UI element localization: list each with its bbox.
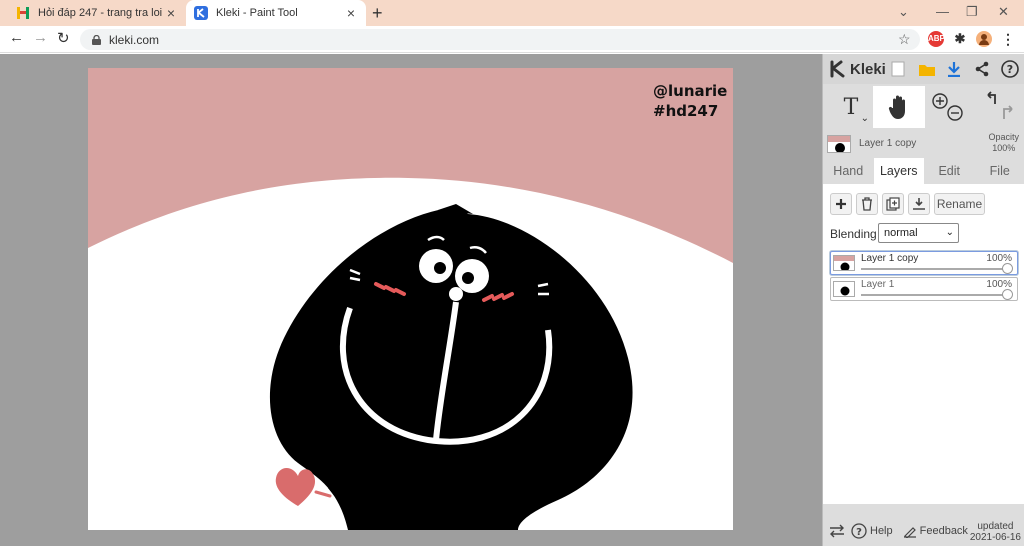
feedback-label: Feedback xyxy=(919,525,968,537)
canvas-workspace[interactable]: @lunarie #hd247 xyxy=(0,54,822,546)
url-text: kleki.com xyxy=(109,32,160,47)
blending-label: Blending xyxy=(830,227,877,241)
close-window-icon[interactable]: ✕ xyxy=(998,4,1009,20)
zoom-out-icon xyxy=(947,105,963,121)
tab-title: Kleki - Paint Tool xyxy=(216,7,298,19)
back-icon[interactable]: ← xyxy=(9,29,24,46)
reload-icon[interactable]: ↻ xyxy=(57,29,70,47)
active-layer-info: Layer 1 copy Opacity 100% xyxy=(823,130,1024,158)
new-image-icon[interactable] xyxy=(887,58,909,80)
svg-text:?: ? xyxy=(1007,63,1013,76)
panel-header: Kleki ? xyxy=(823,54,1024,84)
updated-info[interactable]: updated 2021-06-16 xyxy=(970,521,1021,543)
rename-layer-button[interactable]: Rename xyxy=(934,193,985,215)
active-layer-name: Layer 1 copy xyxy=(859,138,917,149)
hand-icon xyxy=(888,95,905,119)
layer-thumbnail xyxy=(833,255,855,271)
browser-tab-hd247[interactable]: Hỏi đáp 247 - trang tra loi × xyxy=(8,0,186,26)
tab-file[interactable]: File xyxy=(975,158,1024,184)
browser-menu-icon[interactable]: ⋮ xyxy=(1000,31,1016,47)
undo-redo[interactable] xyxy=(979,86,1019,128)
help-icon[interactable]: ? xyxy=(999,58,1021,80)
add-layer-button[interactable] xyxy=(830,193,852,215)
close-tab-icon[interactable]: × xyxy=(164,5,178,21)
blending-value: normal xyxy=(884,227,918,239)
merge-down-icon xyxy=(913,198,925,210)
zoom-in-icon xyxy=(932,93,948,109)
undo-icon xyxy=(987,91,996,104)
trash-icon xyxy=(862,197,872,211)
layers-tab-body: Rename Blending normal ⌄ Layer 1 copy 10… xyxy=(823,184,1024,504)
tab-title: Hỏi đáp 247 - trang tra loi xyxy=(38,7,163,19)
open-folder-icon[interactable] xyxy=(916,58,938,80)
blending-select[interactable]: normal ⌄ xyxy=(878,223,959,243)
delete-layer-button[interactable] xyxy=(856,193,878,215)
help-link[interactable]: ? Help xyxy=(851,523,893,539)
browser-tab-kleki[interactable]: Kleki - Paint Tool × xyxy=(186,0,366,26)
canvas-artwork: @lunarie #hd247 xyxy=(88,68,733,530)
text-tool[interactable]: T ⌄ xyxy=(831,86,871,128)
layer-name: Layer 1 copy xyxy=(861,253,919,264)
address-bar[interactable]: kleki.com xyxy=(80,29,920,50)
kleki-side-panel: Kleki ? T ⌄ Layer 1 copy Opacity 100% Ha… xyxy=(822,54,1024,546)
browser-tab-strip: Hỏi đáp 247 - trang tra loi × Kleki - Pa… xyxy=(0,0,1024,26)
download-icon[interactable] xyxy=(943,58,965,80)
drawing-canvas[interactable]: @lunarie #hd247 xyxy=(88,68,733,530)
layer-opacity-slider[interactable] xyxy=(1002,289,1013,300)
panel-tabs: Hand Layers Edit File xyxy=(823,158,1024,184)
active-layer-opacity: Opacity 100% xyxy=(988,132,1019,153)
feedback-link[interactable]: Feedback xyxy=(903,524,968,538)
profile-avatar-icon[interactable] xyxy=(976,31,992,47)
help-circle-icon: ? xyxy=(851,523,867,539)
lock-icon xyxy=(92,34,101,45)
tab-search-icon[interactable]: ⌄ xyxy=(898,4,909,20)
redo-icon xyxy=(1003,105,1013,119)
brand-name: Kleki xyxy=(850,60,886,78)
watermark-line2: #hd247 xyxy=(653,102,718,120)
nose xyxy=(449,287,463,301)
kleki-favicon xyxy=(194,6,208,20)
help-label: Help xyxy=(870,525,893,537)
tab-edit[interactable]: Edit xyxy=(924,158,975,184)
layer-name: Layer 1 xyxy=(861,279,895,290)
layer-thumbnail xyxy=(833,281,855,297)
tool-row: T ⌄ xyxy=(823,86,1024,128)
close-tab-icon[interactable]: × xyxy=(344,5,358,21)
new-tab-icon[interactable]: + xyxy=(372,3,383,24)
share-icon[interactable] xyxy=(971,58,993,80)
watermark-line1: @lunarie xyxy=(653,82,727,100)
bookmark-star-icon[interactable]: ☆ xyxy=(898,31,911,48)
panel-footer: ? Help Feedback updated 2021-06-16 xyxy=(823,516,1024,546)
text-tool-label: T xyxy=(843,94,859,120)
browser-toolbar: ← → ↻ kleki.com ☆ ABP ✱ ⋮ xyxy=(0,26,1024,53)
kleki-logo-icon xyxy=(830,60,845,78)
tab-layers[interactable]: Layers xyxy=(873,158,924,184)
restore-icon[interactable]: ❐ xyxy=(966,4,978,20)
layer-opacity-slider[interactable] xyxy=(1002,263,1013,274)
duplicate-icon xyxy=(886,197,900,211)
plus-icon xyxy=(836,199,846,209)
adblock-icon[interactable]: ABP xyxy=(928,31,945,47)
layer-item-layer-1-copy[interactable]: Layer 1 copy 100% xyxy=(830,251,1018,275)
active-layer-thumbnail xyxy=(827,135,851,153)
chevron-down-icon: ⌄ xyxy=(945,227,954,238)
layer-opacity-track[interactable] xyxy=(861,268,1007,270)
duplicate-layer-button[interactable] xyxy=(882,193,904,215)
feedback-icon xyxy=(903,527,916,538)
merge-down-button[interactable] xyxy=(908,193,930,215)
swap-side-icon[interactable] xyxy=(829,524,845,538)
chevron-down-icon[interactable]: ⌄ xyxy=(861,113,869,124)
hand-tool[interactable] xyxy=(873,86,925,128)
kleki-logo[interactable]: Kleki xyxy=(829,60,886,78)
tab-hand[interactable]: Hand xyxy=(823,158,874,184)
hd247-favicon xyxy=(17,7,29,19)
layer-opacity-track[interactable] xyxy=(861,294,1007,296)
layer-item-layer-1[interactable]: Layer 1 100% xyxy=(830,277,1018,301)
svg-text:?: ? xyxy=(856,527,862,538)
forward-icon[interactable]: → xyxy=(33,29,48,46)
zoom-tool[interactable] xyxy=(927,86,967,128)
minimize-icon[interactable]: — xyxy=(936,4,949,19)
puzzle-icon[interactable]: ✱ xyxy=(952,31,968,47)
